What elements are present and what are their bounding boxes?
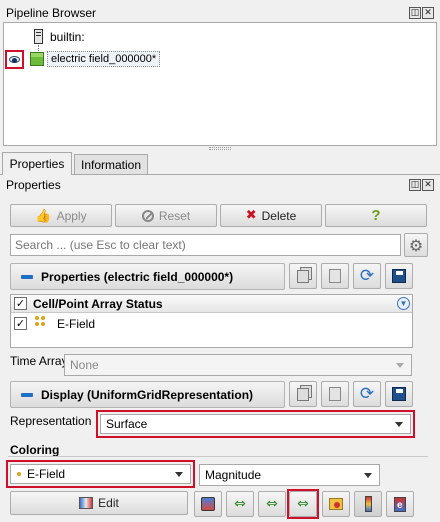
restore-display-defaults-button[interactable]: ⟳ [353, 381, 381, 407]
properties-panel-title: Properties [6, 178, 61, 192]
dataset-cube-icon [30, 52, 44, 66]
apply-button[interactable]: 👍 Apply [10, 204, 112, 227]
array-status-header: ✓ Cell/Point Array Status ▼ [11, 295, 412, 313]
reset-button[interactable]: Reset [115, 204, 217, 227]
restore-defaults-button[interactable]: ⟳ [353, 263, 381, 289]
delete-x-icon: ✖ [245, 208, 257, 223]
paste-properties-button[interactable] [321, 263, 349, 289]
rescale-visible-highlight: ⇔ [287, 489, 319, 519]
toggle-color-legend-button[interactable] [354, 491, 382, 517]
point-data-icon [17, 472, 21, 476]
chevron-down-icon [395, 422, 403, 427]
reset-icon [141, 209, 154, 222]
visibility-toggle[interactable] [5, 50, 24, 69]
eye-pupil [12, 58, 17, 63]
representation-select[interactable]: Surface [100, 414, 411, 434]
color-legend-icon [364, 496, 372, 512]
separate-color-map-icon [201, 497, 215, 511]
close-icon[interactable]: ✕ [422, 179, 434, 191]
array-status-header-label: Cell/Point Array Status [33, 297, 163, 311]
pipeline-tree: builtin: electric field_000000* [3, 22, 437, 146]
chevron-down-icon [396, 363, 404, 368]
representation-highlight: Surface [96, 410, 415, 438]
edit-color-map-button[interactable]: Edit [10, 491, 188, 515]
delete-button[interactable]: ✖ Delete [220, 204, 322, 227]
coloring-label: Coloring [10, 443, 60, 457]
temporal-rescale-icon [329, 498, 343, 510]
rescale-visible-icon: ⇔ [297, 496, 309, 512]
tab-information[interactable]: Information [74, 154, 148, 174]
copy-icon [297, 269, 309, 283]
save-icon [392, 387, 406, 401]
coloring-array-highlight: E-Field [6, 460, 195, 488]
search-input[interactable] [11, 235, 400, 255]
chevron-down-icon [175, 472, 183, 477]
advanced-settings-button[interactable]: ⚙ [404, 233, 428, 257]
help-icon: ? [371, 207, 381, 224]
collapse-icon [21, 392, 33, 397]
header-checkbox[interactable]: ✓ [14, 297, 27, 310]
point-data-icon [35, 316, 47, 328]
rescale-custom-range-button[interactable]: ⇔ [258, 491, 286, 517]
coloring-divider [8, 456, 428, 457]
coloring-component-select[interactable]: Magnitude [199, 464, 380, 486]
edit-legend-icon: e [394, 496, 406, 512]
pipeline-item-electric-field[interactable]: electric field_000000* [47, 51, 161, 67]
save-display-defaults-button[interactable] [385, 381, 413, 407]
rescale-temporal-range-button[interactable] [322, 491, 350, 517]
representation-label: Representation [10, 414, 92, 428]
float-icon[interactable]: ◫ [409, 179, 421, 191]
paste-display-button[interactable] [321, 381, 349, 407]
save-defaults-button[interactable] [385, 263, 413, 289]
refresh-icon: ⟳ [359, 265, 375, 286]
paste-icon [329, 269, 341, 283]
rescale-to-data-range-button[interactable]: ⇔ [226, 491, 254, 517]
close-icon[interactable]: ✕ [422, 7, 434, 19]
use-separate-color-map-button[interactable] [194, 491, 222, 517]
splitter-handle[interactable] [209, 147, 231, 150]
properties-section-header[interactable]: Properties (electric field_000000*) [10, 263, 285, 290]
pipeline-dock-buttons: ◫ ✕ [409, 7, 434, 19]
chevron-down-icon[interactable]: ▼ [397, 297, 410, 310]
save-icon [392, 269, 406, 283]
copy-properties-button[interactable] [289, 263, 317, 289]
array-status-table: ✓ Cell/Point Array Status ▼ ✓ E-Field [10, 294, 413, 348]
rescale-icon: ⇔ [234, 496, 246, 512]
collapse-icon [21, 274, 33, 279]
help-button[interactable]: ? [325, 204, 427, 227]
copy-display-button[interactable] [289, 381, 317, 407]
edit-color-legend-button[interactable]: e [386, 491, 414, 517]
pipeline-item-builtin[interactable]: builtin: [50, 30, 85, 44]
tab-active-gap [3, 174, 71, 175]
display-section-header[interactable]: Display (UniformGridRepresentation) [10, 381, 285, 408]
copy-icon [297, 387, 309, 401]
time-array-label: Time Array [10, 354, 68, 368]
color-map-edit-icon [79, 497, 94, 509]
chevron-down-icon [364, 473, 372, 478]
paste-icon [329, 387, 341, 401]
search-box[interactable] [10, 234, 401, 256]
rescale-visible-range-button[interactable]: ⇔ [289, 491, 317, 517]
server-icon [34, 29, 43, 44]
coloring-array-select[interactable]: E-Field [10, 464, 191, 484]
properties-dock-buttons: ◫ ✕ [409, 179, 434, 191]
rescale-custom-icon: ⇔ [266, 496, 278, 512]
refresh-icon: ⟳ [359, 383, 375, 404]
pipeline-browser-title: Pipeline Browser [6, 6, 97, 20]
e-field-checkbox[interactable]: ✓ [14, 317, 27, 330]
apply-icon: 👍 [35, 207, 52, 223]
tab-properties[interactable]: Properties [2, 152, 72, 175]
float-icon[interactable]: ◫ [409, 7, 421, 19]
array-item-label: E-Field [57, 317, 96, 331]
gear-icon: ⚙ [408, 235, 424, 255]
time-array-select[interactable]: None [64, 354, 412, 376]
